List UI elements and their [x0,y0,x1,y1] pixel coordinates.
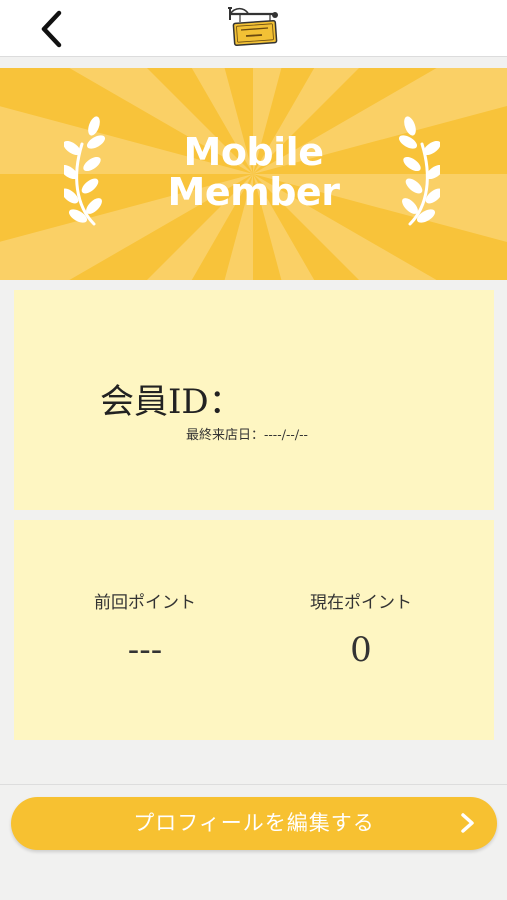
chevron-right-icon [461,813,474,833]
edit-profile-label: プロフィールを編集する [133,811,375,835]
current-points: 現在ポイント 0 [261,590,461,670]
last-visit-info: 最終来店日：----/--/-- [186,424,308,443]
member-id-label: 会員ID： [100,382,243,422]
chevron-left-icon [41,10,62,48]
current-points-value: 0 [350,630,372,670]
top-nav-bar [0,0,507,57]
points-card: 前回ポイント --- 現在ポイント 0 [14,520,494,740]
previous-points: 前回ポイント --- [45,590,245,670]
back-button[interactable] [30,6,76,52]
hero-title-line1: Mobile [183,130,324,174]
mobile-member-banner: Mobile Member [0,68,507,280]
divider [0,784,507,785]
previous-points-label: 前回ポイント [94,593,196,613]
shop-sign-logo-icon [226,4,282,50]
current-points-label: 現在ポイント [310,593,412,613]
hero-title: Mobile Member [0,132,507,212]
last-visit-label: 最終来店日： [186,428,265,443]
last-visit-value: ----/--/-- [264,428,308,443]
member-id-card: 会員ID： 最終来店日：----/--/-- [14,290,494,510]
hero-title-line2: Member [167,170,340,214]
previous-points-value: --- [127,630,163,670]
edit-profile-button[interactable]: プロフィールを編集する [11,797,497,850]
